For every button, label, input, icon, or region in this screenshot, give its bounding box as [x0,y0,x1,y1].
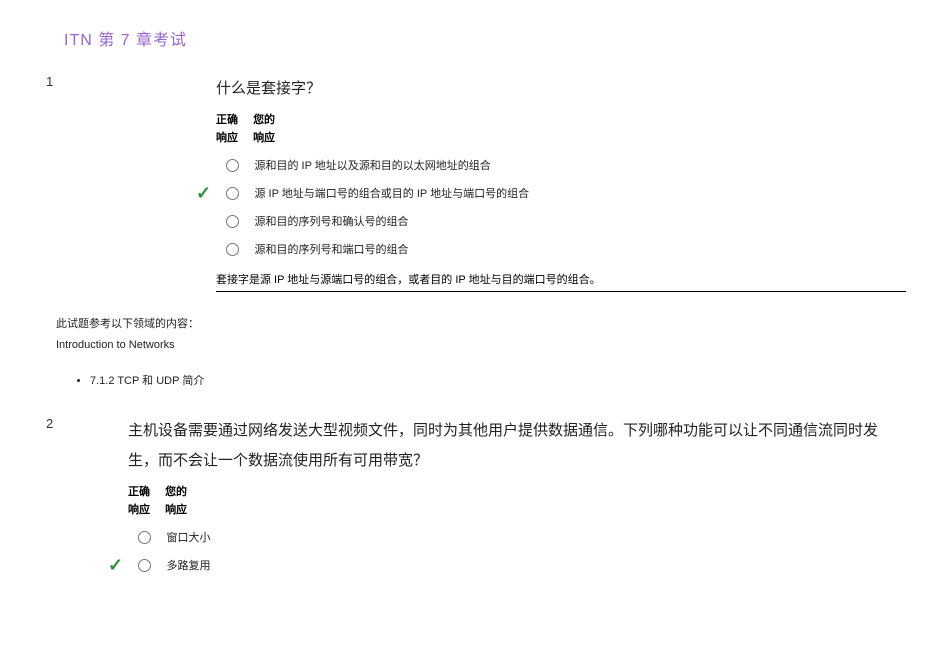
option-text: 源 IP 地址与端口号的组合或目的 IP 地址与端口号的组合 [254,186,529,203]
question-number-1: 1 [46,74,53,89]
reference-bullet: 7.1.2 TCP 和 UDP 简介 [90,372,945,388]
option-row: 源和目的序列号和端口号的组合 [216,241,905,259]
reference-line-1: 此试题参考以下领域的内容： [56,314,945,335]
question-1: 1 什么是套接字？ 正确 您的 响应 响应 源和目的 IP 地址以及源和目的以太… [0,74,945,292]
radio-cell [216,241,250,259]
reference-line-2: Introduction to Networks [56,335,945,356]
option-radio[interactable] [138,531,151,544]
header-yours-2b: 响应 [165,502,187,520]
option-row: 源和目的序列号和确认号的组合 [216,213,905,231]
question-text-1: 什么是套接字？ [216,74,905,104]
header-yours-2: 响应 [253,130,275,148]
page-title: ITN 第 7 章考试 [0,0,945,50]
option-text: 源和目的序列号和端口号的组合 [254,242,408,259]
radio-cell [216,213,250,231]
option-row: ✓ 多路复用 [128,557,905,575]
option-row: ✓ 源 IP 地址与端口号的组合或目的 IP 地址与端口号的组合 [216,185,905,203]
option-text: 多路复用 [166,558,210,575]
radio-cell [216,157,250,175]
header-correct-2b: 响应 [128,502,162,520]
option-radio[interactable] [226,187,239,200]
header-yours-1b: 您的 [165,484,187,502]
check-icon: ✓ [108,555,123,576]
radio-cell [128,529,162,547]
answer-header: 正确 您的 响应 响应 [216,112,905,147]
option-text: 源和目的序列号和确认号的组合 [254,214,408,231]
option-row: 源和目的 IP 地址以及源和目的以太网地址的组合 [216,157,905,175]
header-yours-1: 您的 [253,112,275,130]
question-2: 2 主机设备需要通过网络发送大型视频文件，同时为其他用户提供数据通信。下列哪种功… [0,416,945,575]
option-radio[interactable] [226,243,239,256]
reference-note: 此试题参考以下领域的内容： Introduction to Networks [56,314,945,356]
options-list-2: 窗口大小 ✓ 多路复用 [128,529,905,575]
radio-cell [216,185,250,203]
option-radio[interactable] [226,215,239,228]
answer-header-2: 正确 您的 响应 响应 [128,484,905,519]
check-icon: ✓ [196,183,211,204]
question-text-2: 主机设备需要通过网络发送大型视频文件，同时为其他用户提供数据通信。下列哪种功能可… [128,416,905,476]
option-row: 窗口大小 [128,529,905,547]
answer-explanation: 套接字是源 IP 地址与源端口号的组合，或者目的 IP 地址与目的端口号的组合。 [216,269,906,292]
option-text: 源和目的 IP 地址以及源和目的以太网地址的组合 [254,158,490,175]
header-correct-2: 响应 [216,130,250,148]
header-correct-1b: 正确 [128,484,162,502]
option-text: 窗口大小 [166,530,210,547]
options-list-1: 源和目的 IP 地址以及源和目的以太网地址的组合 ✓ 源 IP 地址与端口号的组… [216,157,905,259]
reference-bullets: 7.1.2 TCP 和 UDP 简介 [72,372,945,388]
option-radio[interactable] [226,159,239,172]
question-number-2: 2 [46,416,53,431]
radio-cell [128,557,162,575]
header-correct-1: 正确 [216,112,250,130]
option-radio[interactable] [138,559,151,572]
